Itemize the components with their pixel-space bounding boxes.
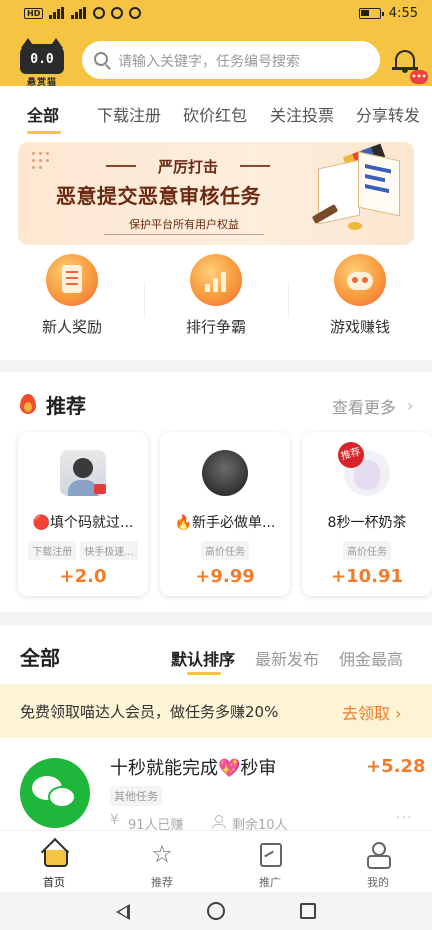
user-icon xyxy=(212,815,226,829)
card-chip: 快手极速... xyxy=(80,541,138,560)
nav-label: 首页 xyxy=(43,876,65,889)
video-badge-icon xyxy=(94,484,106,494)
tab-active-indicator xyxy=(27,131,61,134)
banner-subtitle: 保护平台所有用户权益 xyxy=(104,216,264,235)
sort-active-indicator xyxy=(187,672,221,675)
kicker-line-right xyxy=(240,165,270,167)
search-input[interactable]: 请输入关键字，任务编号搜索 xyxy=(82,41,380,79)
more-options-icon[interactable]: ··· xyxy=(396,810,412,826)
quick-link-ranking[interactable]: 排行争霸 xyxy=(144,254,288,337)
nav-label: 推荐 xyxy=(151,876,173,889)
nav-profile[interactable]: 我的 xyxy=(324,831,432,893)
yen-icon: ¥ xyxy=(110,812,119,828)
app-notification-icon xyxy=(111,7,124,19)
bottom-nav: 首页 ☆ 推荐 推广 我的 xyxy=(0,830,432,892)
promote-chart-icon xyxy=(257,841,283,867)
tab-follow-vote[interactable]: 关注投票 xyxy=(270,102,334,126)
sort-default[interactable]: 默认排序 xyxy=(171,646,235,670)
status-bar: HD 4:55 xyxy=(0,0,432,32)
quick-link-label: 排行争霸 xyxy=(185,318,246,336)
chevron-right-icon[interactable]: › xyxy=(407,396,413,415)
card-price: +2.0 xyxy=(59,566,107,587)
document-icon xyxy=(46,254,98,306)
top-header: 0.0 悬赏猫 请输入关键字，任务编号搜索 ••• xyxy=(0,32,432,88)
task-avatar xyxy=(202,450,248,496)
task-price: +5.28 xyxy=(366,756,426,777)
card-chips: 高价任务 xyxy=(302,540,432,560)
profile-icon xyxy=(365,841,391,869)
clock: 4:55 xyxy=(388,6,418,21)
star-icon: ☆ xyxy=(151,840,173,868)
all-tasks-section: 全部 默认排序 最新发布 佣金最高 免费领取喵达人会员，做任务多赚20% 去领取… xyxy=(0,626,432,833)
card-price: +10.91 xyxy=(330,566,404,587)
tab-download-register[interactable]: 下载注册 xyxy=(97,102,161,126)
logo-eyes: 0.0 xyxy=(30,52,54,67)
recommend-card[interactable]: 🔥新手必做单... 高价任务 +9.99 xyxy=(160,432,290,596)
card-chip: 下载注册 xyxy=(28,541,77,560)
view-more-link[interactable]: 查看更多 xyxy=(332,394,396,418)
card-chip: 高价任务 xyxy=(343,541,391,560)
ranking-chart-icon xyxy=(190,254,242,306)
task-title[interactable]: 十秒就能完成💖秒审 xyxy=(110,754,276,780)
sync-icon xyxy=(129,7,142,19)
promo-banner[interactable]: 严厉打击 恶意提交恶意审核任务 保护平台所有用户权益 xyxy=(18,142,414,245)
cellular-signal-icon xyxy=(49,7,65,19)
tab-all[interactable]: 全部 xyxy=(27,102,59,126)
nav-label: 我的 xyxy=(367,876,389,889)
quick-link-label: 新人奖励 xyxy=(41,318,102,336)
decor-dots xyxy=(32,152,52,172)
book-gavel-illustration xyxy=(308,143,408,240)
app-logo[interactable]: 0.0 悬赏猫 xyxy=(20,38,64,88)
tab-bargain-redpacket[interactable]: 砍价红包 xyxy=(183,102,247,126)
promo-text: 免费领取喵达人会员，做任务多赚20% xyxy=(20,703,279,721)
claim-button[interactable]: 去领取 › xyxy=(342,700,402,724)
search-icon xyxy=(94,52,108,66)
recommend-title: 推荐 xyxy=(46,394,86,418)
recommend-section: 推荐 查看更多 › 🔴填个码就过... 下载注册 快手极速... +2.0 🔥新手… xyxy=(0,372,432,612)
card-title: 8秒一杯奶茶 xyxy=(327,515,407,531)
sort-highest-commission[interactable]: 佣金最高 xyxy=(339,646,403,670)
home-icon xyxy=(41,841,68,867)
quick-link-label: 游戏赚钱 xyxy=(329,318,390,336)
nav-recommend[interactable]: ☆ 推荐 xyxy=(108,831,216,893)
category-tabs: 全部 下载注册 砍价红包 关注投票 分享转发 xyxy=(0,86,432,138)
sort-newest[interactable]: 最新发布 xyxy=(255,646,319,670)
back-icon[interactable] xyxy=(116,904,130,920)
tab-share-forward[interactable]: 分享转发 xyxy=(356,102,420,126)
nav-promote[interactable]: 推广 xyxy=(216,831,324,893)
status-right: 4:55 xyxy=(358,6,418,21)
recommend-card[interactable]: 🔴填个码就过... 下载注册 快手极速... +2.0 xyxy=(18,432,148,596)
banner-section: 严厉打击 恶意提交恶意审核任务 保护平台所有用户权益 新人奖励 排行争霸 游戏赚… xyxy=(0,138,432,360)
system-nav-bar xyxy=(0,892,432,930)
card-title: 🔴填个码就过... xyxy=(32,515,134,531)
card-price: +9.99 xyxy=(195,566,255,587)
all-title: 全部 xyxy=(20,646,60,670)
flame-icon xyxy=(18,390,38,414)
gamepad-icon xyxy=(334,254,386,306)
card-title: 🔥新手必做单... xyxy=(174,515,276,531)
quick-link-newbie[interactable]: 新人奖励 xyxy=(0,254,144,337)
home-circle-icon[interactable] xyxy=(207,902,225,920)
quick-link-games[interactable]: 游戏赚钱 xyxy=(288,254,432,337)
app-screen: HD 4:55 0.0 悬赏猫 请输入关键字，任务编号搜索 ••• 全部 下载注… xyxy=(0,0,432,930)
notification-badge: ••• xyxy=(410,70,428,84)
nav-home[interactable]: 首页 xyxy=(0,831,108,893)
hd-indicator: HD xyxy=(24,7,44,19)
recent-apps-icon[interactable] xyxy=(300,903,316,919)
card-chip: 高价任务 xyxy=(201,541,249,560)
cellular-signal-2-icon xyxy=(71,7,87,19)
wifi-icon xyxy=(93,7,106,19)
wechat-icon[interactable] xyxy=(20,758,90,828)
nav-label: 推广 xyxy=(259,876,281,889)
membership-promo[interactable]: 免费领取喵达人会员，做任务多赚20% 去领取 › xyxy=(0,684,432,738)
card-chips: 下载注册 快手极速... xyxy=(18,540,148,560)
task-category-chip: 其他任务 xyxy=(110,786,162,806)
card-chips: 高价任务 xyxy=(160,540,290,560)
recommend-card[interactable]: 推荐 8秒一杯奶茶 高价任务 +10.91 xyxy=(302,432,432,596)
battery-icon xyxy=(358,8,384,19)
search-placeholder: 请输入关键字，任务编号搜索 xyxy=(118,54,300,70)
status-left: HD xyxy=(24,7,142,19)
banner-headline: 恶意提交恶意审核任务 xyxy=(56,184,261,208)
